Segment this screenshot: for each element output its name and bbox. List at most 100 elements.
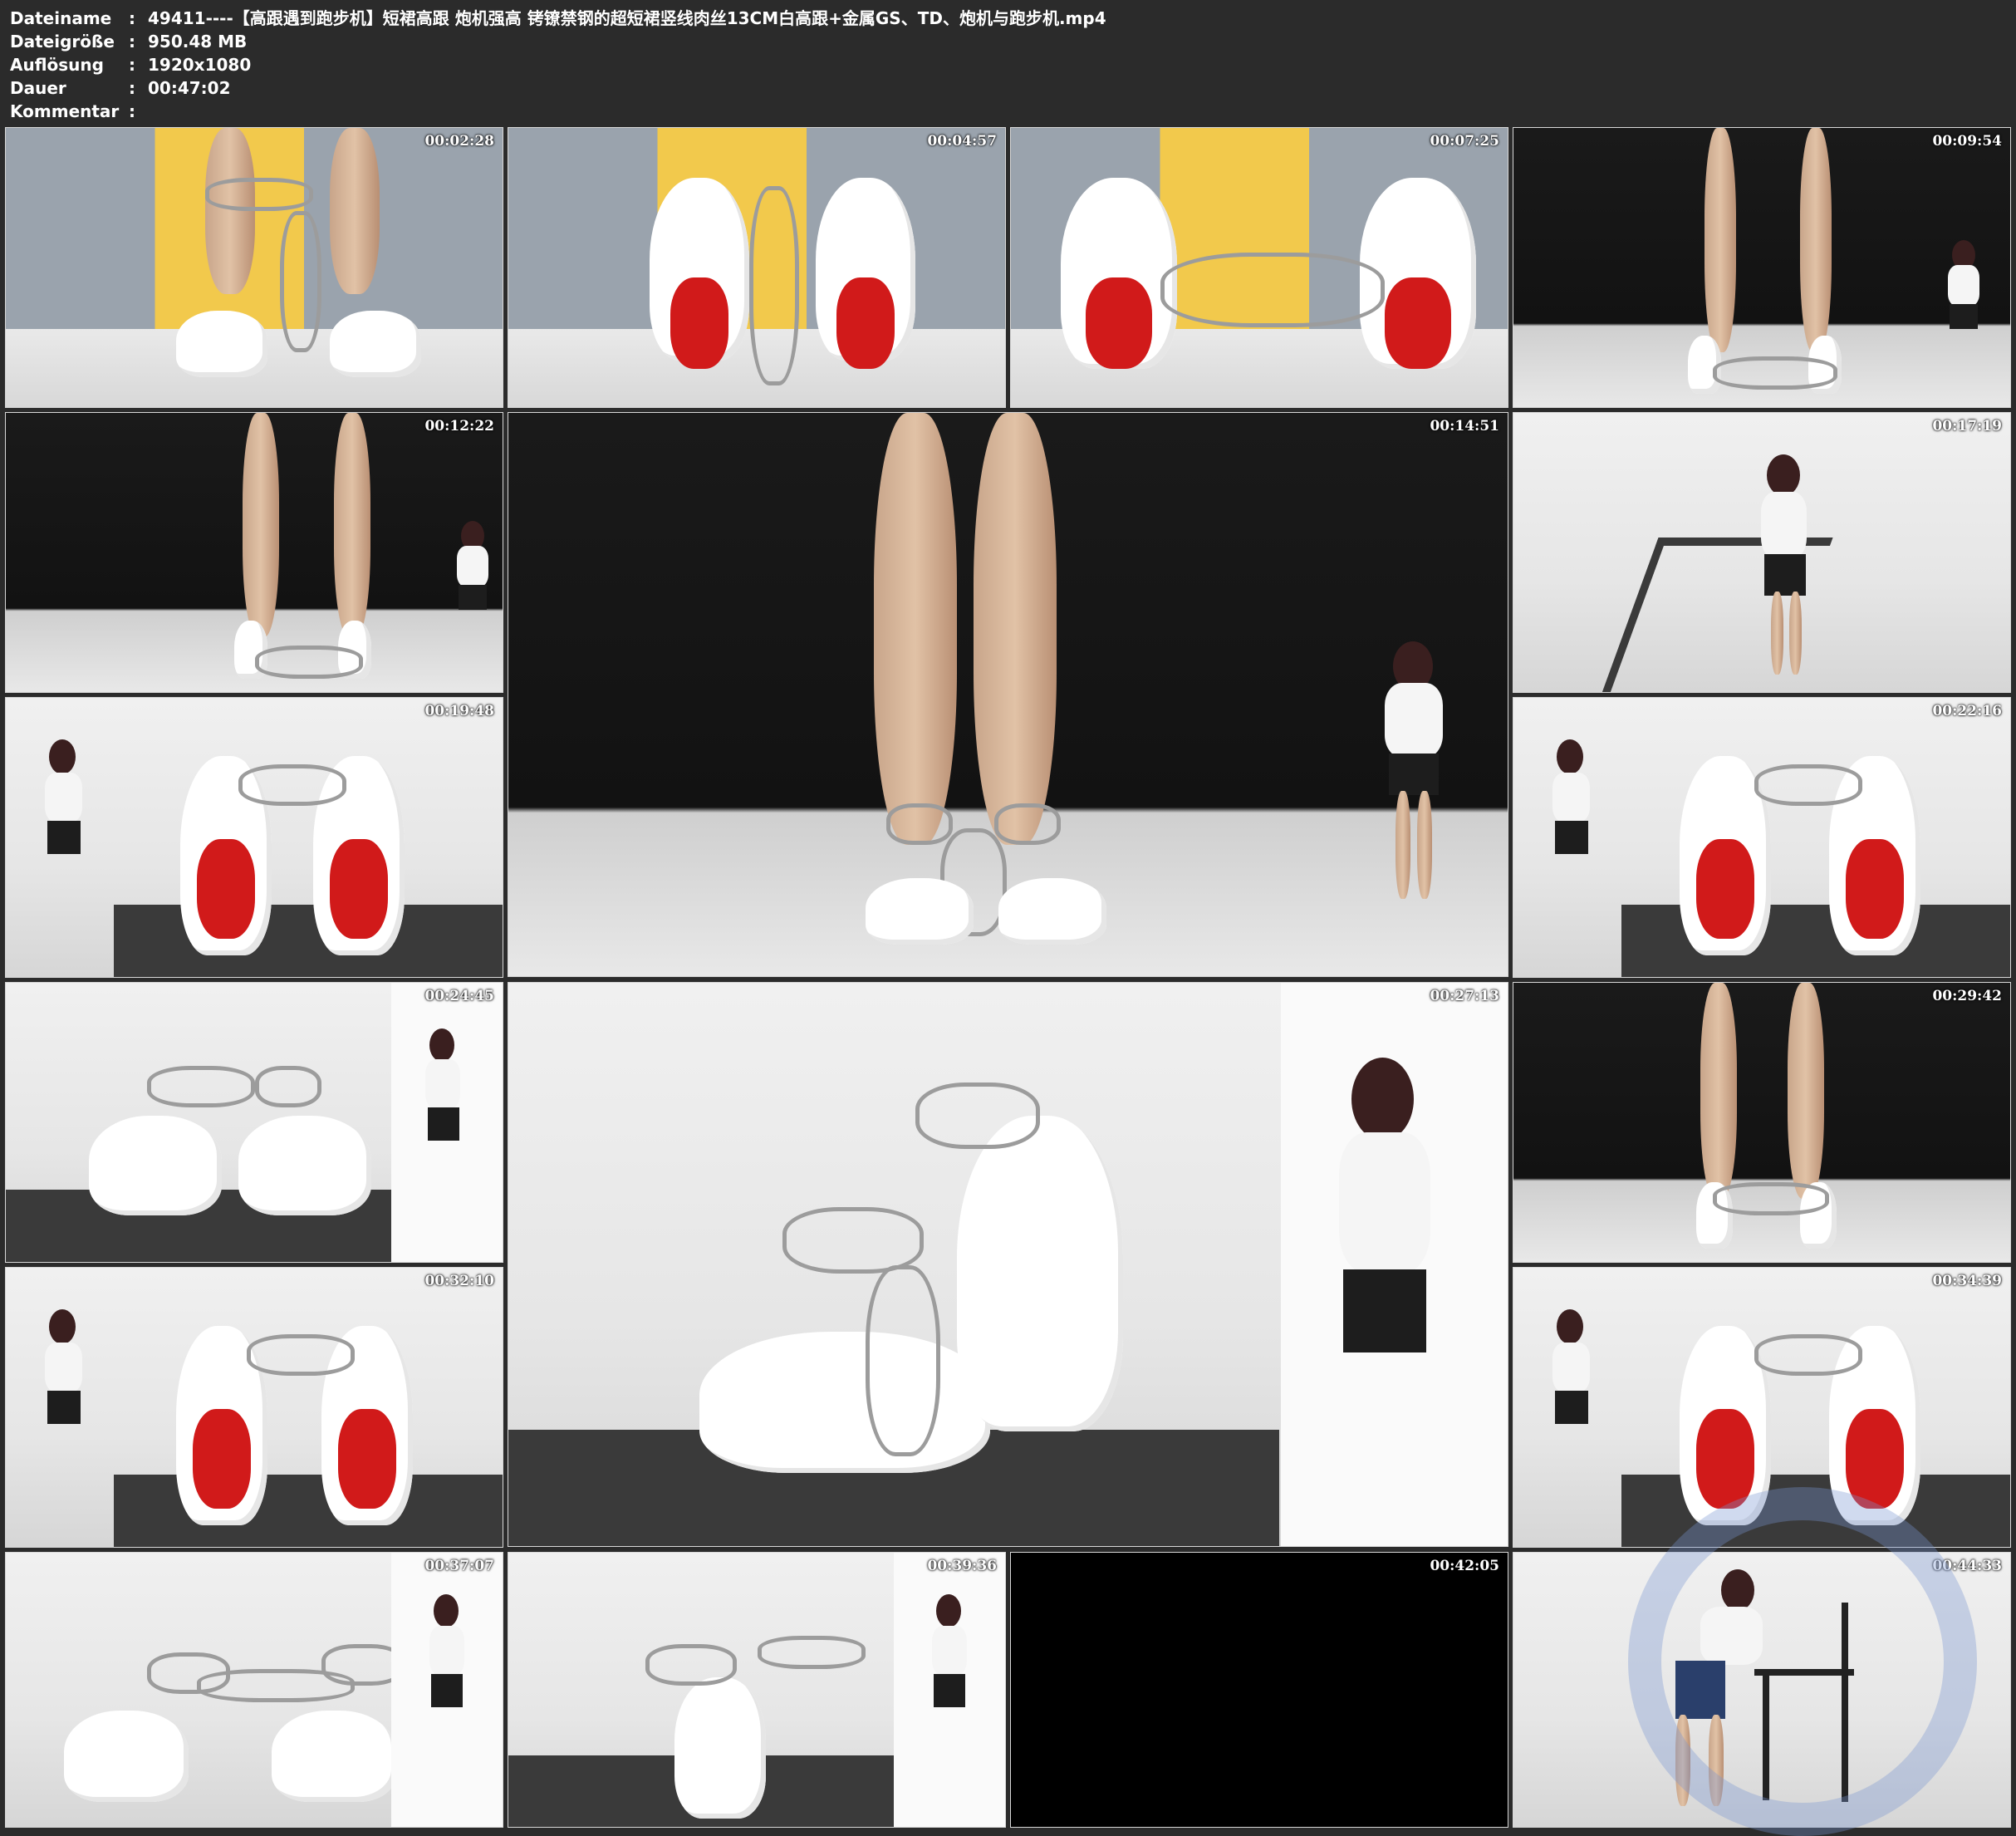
leg: [974, 413, 1057, 845]
video-frame: [1513, 128, 2010, 407]
person: [1555, 821, 1588, 854]
thumbnail[interactable]: 00:22:16: [1513, 697, 2011, 978]
person: [49, 739, 76, 774]
person: [1552, 773, 1590, 822]
thumbnail[interactable]: 00:14:51: [508, 412, 1508, 977]
person: [1555, 1391, 1588, 1424]
red-sole: [1846, 839, 1904, 939]
treadmill-belt: [114, 904, 503, 977]
person: [936, 1594, 961, 1627]
chain: [1713, 1182, 1829, 1215]
red-sole: [1385, 277, 1451, 369]
chain: [247, 1334, 355, 1376]
shoe: [64, 1711, 189, 1802]
shoe: [998, 878, 1106, 945]
shoe: [699, 1332, 990, 1473]
leg: [330, 128, 380, 294]
timestamp: 00:04:57: [927, 133, 997, 150]
person: [1557, 1309, 1583, 1344]
shoe: [866, 878, 974, 945]
shoe: [674, 1677, 766, 1819]
leg: [205, 128, 255, 294]
leg: [243, 413, 279, 637]
thumbnail[interactable]: 00:02:28: [5, 127, 503, 408]
thumbnail[interactable]: 00:24:45: [5, 982, 503, 1263]
person: [1351, 1058, 1414, 1141]
timestamp: 00:02:28: [424, 133, 494, 150]
leg: [334, 413, 370, 637]
watermark-logo: [1628, 1487, 1977, 1836]
red-sole: [1086, 277, 1152, 369]
thumbnail[interactable]: 00:04:57: [508, 127, 1006, 408]
thumbnail[interactable]: 00:29:42: [1513, 982, 2011, 1263]
thumbnail[interactable]: 00:39:36: [508, 1552, 1006, 1828]
shoe: [957, 1116, 1123, 1431]
timestamp: 00:32:10: [424, 1273, 494, 1289]
red-sole: [1696, 839, 1754, 939]
chain: [1754, 764, 1862, 806]
person: [1764, 554, 1806, 596]
timestamp: 00:14:51: [1430, 418, 1499, 434]
person: [1389, 754, 1439, 795]
chain: [197, 1669, 355, 1702]
person: [45, 1343, 82, 1392]
thumbnail[interactable]: 00:32:10: [5, 1267, 503, 1548]
chain: [1160, 253, 1385, 327]
video-frame: [6, 698, 503, 977]
timestamp: 00:22:16: [1932, 703, 2002, 719]
leg: [1417, 791, 1432, 899]
chain: [866, 1265, 940, 1456]
person: [1767, 454, 1800, 496]
red-sole: [197, 839, 255, 939]
red-sole: [338, 1409, 396, 1509]
thumbnail[interactable]: 00:12:22: [5, 412, 503, 693]
chain: [255, 646, 363, 679]
person: [428, 1107, 459, 1141]
ankle-cuff: [994, 803, 1061, 845]
person: [431, 1674, 463, 1707]
timestamp: 00:07:25: [1430, 133, 1499, 150]
video-frame: [1513, 983, 2010, 1262]
person: [47, 1391, 81, 1424]
person: [457, 546, 488, 587]
thumbnail[interactable]: 00:07:25: [1010, 127, 1508, 408]
ankle-cuff: [147, 1066, 255, 1107]
ankle-cuff: [205, 178, 313, 211]
chain: [758, 1636, 866, 1669]
person: [1339, 1132, 1430, 1274]
thumbnail[interactable]: 00:17:19: [1513, 412, 2011, 693]
leg: [1788, 983, 1824, 1199]
video-frame: [508, 413, 1508, 976]
red-sole: [1846, 1409, 1904, 1509]
chain: [238, 764, 346, 806]
leg: [1789, 592, 1802, 675]
leg: [1396, 791, 1410, 899]
thumbnail[interactable]: 00:09:54: [1513, 127, 2011, 408]
thumbnail[interactable]: 00:42:05: [1010, 1552, 1508, 1828]
person: [49, 1309, 76, 1344]
shoe: [176, 311, 267, 377]
video-frame: [6, 128, 503, 407]
person: [1343, 1269, 1426, 1352]
video-frame: [508, 128, 1005, 407]
person: [1557, 739, 1583, 774]
video-frame: [6, 413, 503, 692]
video-frame: [6, 1268, 503, 1547]
person: [425, 1059, 460, 1109]
thumbnail[interactable]: 00:37:07: [5, 1552, 503, 1828]
red-sole: [836, 277, 895, 369]
shoe: [89, 1116, 222, 1215]
video-frame: [1011, 128, 1508, 407]
thumbnail[interactable]: 00:27:13: [508, 982, 1508, 1547]
chain: [749, 186, 799, 385]
ankle-cuff: [645, 1644, 737, 1686]
thumbnail[interactable]: 00:19:48: [5, 697, 503, 978]
person: [434, 1594, 459, 1627]
timestamp: 00:37:07: [424, 1558, 494, 1574]
ankle-cuff: [886, 803, 953, 845]
person: [429, 1626, 464, 1676]
timestamp: 00:42:05: [1430, 1558, 1499, 1574]
ankle-cuff: [782, 1207, 924, 1274]
person: [429, 1028, 454, 1062]
video-frame: [1513, 413, 2010, 692]
